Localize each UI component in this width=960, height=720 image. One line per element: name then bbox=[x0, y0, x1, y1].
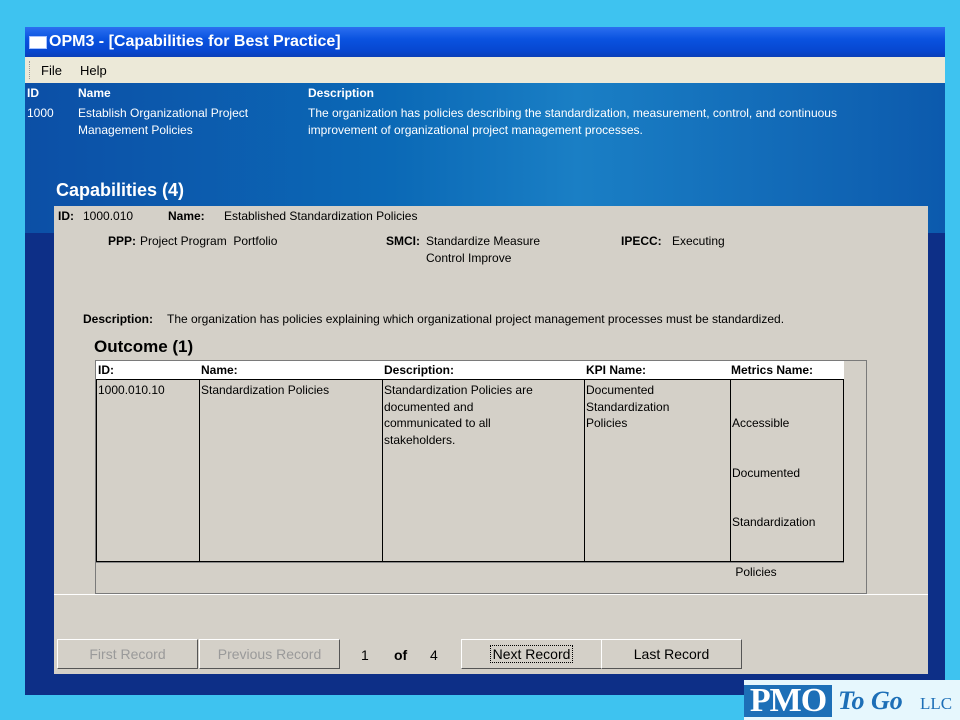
outcome-kpi-line: Standardization bbox=[586, 399, 670, 414]
app-icon bbox=[29, 36, 47, 49]
record-of-label: of bbox=[394, 647, 408, 663]
current-record: 1 bbox=[361, 647, 369, 663]
description-header: Description bbox=[308, 86, 375, 100]
name-header: Name bbox=[78, 86, 111, 100]
next-record-button[interactable]: Next Record bbox=[461, 639, 602, 669]
outcome-name-cell[interactable]: Standardization Policies bbox=[199, 379, 383, 562]
best-practice-description-line1: The organization has policies describing… bbox=[308, 106, 837, 120]
best-practice-name-line2: Management Policies bbox=[78, 123, 193, 137]
record-navigation: First Record Previous Record 1 of 4 Next… bbox=[54, 635, 928, 674]
menu-file[interactable]: File bbox=[41, 63, 62, 78]
outcome-description-cell[interactable]: Standardization Policies are documented … bbox=[382, 379, 585, 562]
cap-description-value: The organization has policies explaining… bbox=[167, 312, 785, 326]
outcome-metrics-line: Standardization bbox=[732, 515, 816, 529]
smci-value: Standardize Measure Control Improve bbox=[426, 233, 540, 267]
outcome-description-line: Standardization Policies are bbox=[384, 383, 533, 397]
outcome-metrics-cell[interactable]: Accessible Documented Standardization Po… bbox=[730, 379, 844, 579]
col-description-header: Description: bbox=[384, 363, 455, 377]
total-records: 4 bbox=[430, 647, 438, 663]
col-name-header: Name: bbox=[201, 363, 238, 377]
smci-label: SMCI: bbox=[386, 234, 420, 248]
outcome-header-row: ID: Name: Description: KPI Name: Metrics… bbox=[96, 361, 844, 379]
cap-name-label: Name: bbox=[168, 209, 205, 223]
outcome-id-cell[interactable]: 1000.010.10 bbox=[96, 379, 200, 562]
panel-separator bbox=[54, 594, 928, 595]
outcome-title: Outcome (1) bbox=[94, 337, 194, 356]
ppp-label: PPP: bbox=[108, 234, 137, 248]
id-header: ID bbox=[27, 86, 39, 100]
last-record-button[interactable]: Last Record bbox=[601, 639, 742, 669]
best-practice-description: The organization has policies describing… bbox=[308, 105, 837, 139]
outcome-name: Standardization Policies bbox=[201, 383, 330, 397]
menu-bar: File Help bbox=[25, 57, 945, 83]
best-practice-id: 1000 bbox=[27, 106, 54, 120]
new-record-row-divider bbox=[96, 562, 844, 563]
outcome-kpi-line: Documented bbox=[586, 383, 655, 397]
ipecc-value: Executing bbox=[672, 234, 725, 248]
logo-llc: LLC bbox=[920, 694, 953, 713]
cap-name-value: Established Standardization Policies bbox=[224, 209, 418, 223]
best-practice-name: Establish Organizational Project Managem… bbox=[78, 105, 248, 139]
menu-grip bbox=[29, 61, 32, 79]
company-logo: PMO To Go LLC bbox=[744, 680, 960, 720]
first-record-button[interactable]: First Record bbox=[57, 639, 198, 669]
cap-id-label: ID: bbox=[58, 209, 74, 223]
ppp-value: Project Program Portfolio bbox=[140, 234, 278, 248]
ipecc-label: IPECC: bbox=[621, 234, 662, 248]
title-bar: OPM3 - [Capabilities for Best Practice] bbox=[25, 27, 945, 57]
outcome-description-line: documented and bbox=[384, 399, 474, 414]
cap-description-label: Description: bbox=[83, 312, 154, 326]
col-metrics-header: Metrics Name: bbox=[731, 363, 814, 377]
outcome-id: 1000.010.10 bbox=[98, 383, 165, 397]
smci-line1: Standardize Measure bbox=[426, 234, 541, 248]
outcome-description-line: stakeholders. bbox=[384, 432, 456, 447]
grid-scroll-area[interactable] bbox=[845, 361, 866, 591]
capability-panel: ID: 1000.010 Name: Established Standardi… bbox=[54, 206, 928, 674]
cap-id-value: 1000.010 bbox=[83, 209, 134, 223]
next-record-label: Next Record bbox=[489, 645, 574, 663]
app-window: OPM3 - [Capabilities for Best Practice] … bbox=[25, 27, 945, 695]
outcome-kpi-line: Policies bbox=[586, 416, 628, 430]
outcome-grid: ID: Name: Description: KPI Name: Metrics… bbox=[95, 360, 867, 594]
logo-pmo: PMO bbox=[744, 684, 832, 718]
col-kpi-header: KPI Name: bbox=[586, 363, 647, 377]
window-title: OPM3 - [Capabilities for Best Practice] bbox=[49, 33, 341, 50]
best-practice-description-line2: improvement of organizational project ma… bbox=[308, 123, 643, 137]
menu-help[interactable]: Help bbox=[80, 63, 107, 78]
col-id-header: ID: bbox=[98, 363, 114, 377]
outcome-metrics-line: Accessible bbox=[732, 416, 790, 430]
previous-record-button[interactable]: Previous Record bbox=[199, 639, 340, 669]
outcome-description-line: communicated to all bbox=[384, 416, 491, 430]
outcome-metrics-line: Policies bbox=[732, 564, 777, 579]
capabilities-title: Capabilities (4) bbox=[56, 180, 185, 200]
outcome-metrics-line: Documented bbox=[732, 465, 801, 480]
best-practice-name-line1: Establish Organizational Project bbox=[78, 106, 249, 120]
outcome-kpi-cell[interactable]: Documented Standardization Policies bbox=[584, 379, 731, 562]
smci-line2: Control Improve bbox=[426, 251, 512, 265]
logo-togo: To Go bbox=[838, 686, 903, 715]
